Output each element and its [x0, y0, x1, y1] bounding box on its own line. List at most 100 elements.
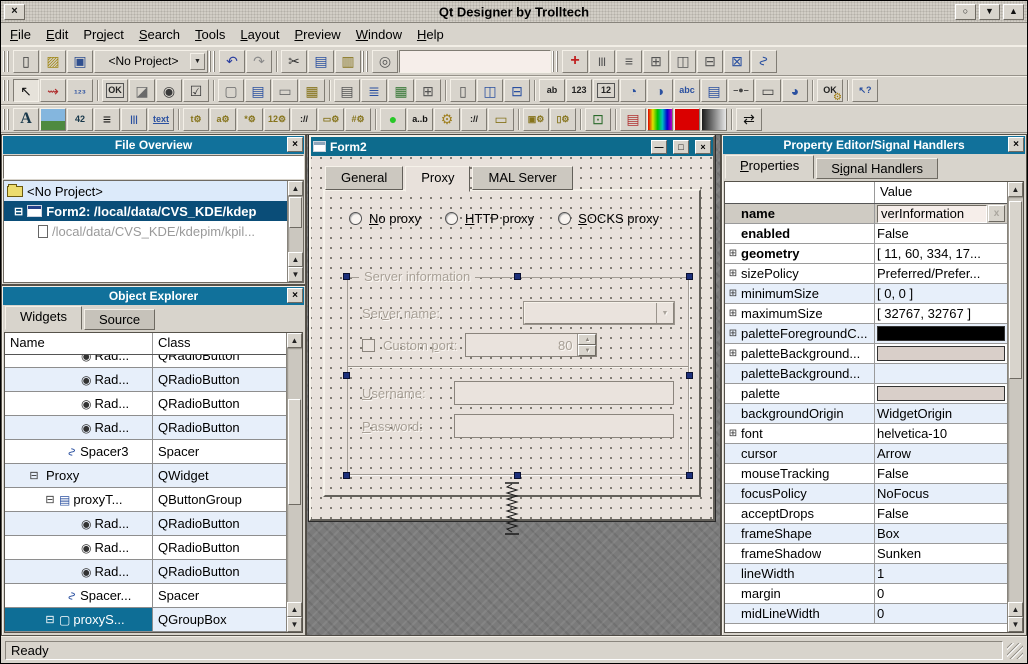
widget-dial-button[interactable]: ◕ [782, 79, 808, 102]
close-icon[interactable]: × [287, 137, 303, 152]
form2-canvas[interactable]: GeneralProxyMAL Server No proxy HTTP pro… [311, 156, 713, 519]
radio-socks-proxy[interactable]: SOCKS proxy [558, 211, 659, 226]
widget-toolbutton-button[interactable]: ◪ [129, 79, 155, 102]
widget-ruler-button[interactable]: ▭ [488, 108, 514, 131]
tab-source[interactable]: Source [84, 309, 155, 330]
widget-widgetstack-button[interactable]: ▦ [299, 79, 325, 102]
project-combobox[interactable]: <No Project>▼ [94, 50, 208, 73]
property-row[interactable]: frameShape Box [725, 524, 1007, 544]
widget-splitter-horizontal-button[interactable]: ◫ [477, 79, 503, 102]
form-tab-mal-server[interactable]: MAL Server [472, 166, 572, 190]
widget-pushbutton-button[interactable]: OK [102, 79, 128, 102]
property-row[interactable]: focusPolicy NoFocus [725, 484, 1007, 504]
property-row[interactable]: ⊞ minimumSize [ 0, 0 ] [725, 284, 1007, 304]
widget-checkbox-button[interactable]: ☑ [183, 79, 209, 102]
custom-passwordedit-button[interactable]: *⚙ [237, 108, 263, 131]
widget-radiobutton-button[interactable]: ◉ [156, 79, 182, 102]
menu-search[interactable]: Search [139, 27, 180, 42]
widget-led-button[interactable]: ● [380, 108, 406, 131]
radio-no-proxy[interactable]: No proxy [349, 211, 421, 226]
widget-groupbox-button[interactable]: ▭ [272, 79, 298, 102]
form-tab-proxy[interactable]: Proxy [405, 166, 470, 192]
widget-colorlist-button[interactable]: ▤ [620, 108, 646, 131]
copy-button[interactable]: ▤ [308, 50, 334, 73]
widget-progressbar-button[interactable]: ||| [121, 108, 147, 131]
property-row-name[interactable]: name verInformation x [725, 204, 1007, 224]
toolbar-handle[interactable] [3, 109, 12, 130]
expand-icon[interactable]: ⊞ [725, 268, 741, 279]
scrollbar-thumb[interactable] [1009, 201, 1022, 379]
add-spacer-button[interactable]: ∿ [751, 50, 777, 73]
expander-icon[interactable]: ⊟ [28, 469, 40, 482]
tree-row[interactable]: ⊟ Proxy QWidget [5, 464, 286, 488]
widget-lineedit-button[interactable]: ab [539, 79, 565, 102]
widget-textedit-button[interactable]: abc [674, 79, 700, 102]
tree-row[interactable]: ⊟ ▢ proxyS... QGroupBox [5, 608, 286, 632]
property-row[interactable]: ⊞ geometry [ 11, 60, 334, 17... [725, 244, 1007, 264]
custom-dateedit-button[interactable]: 12⚙ [264, 108, 290, 131]
tab-properties[interactable]: Properties [725, 155, 814, 179]
property-row[interactable]: ⊞ paletteBackground... [725, 344, 1007, 364]
form2-titlebar[interactable]: Form2 — □ × [311, 137, 713, 156]
tree-row[interactable]: ◉ Rad... QRadioButton [5, 368, 286, 392]
scroll-down-icon[interactable]: ▼ [1008, 617, 1023, 632]
spin-down-icon[interactable]: ▼ [578, 345, 596, 356]
open-file-button[interactable]: ▨ [40, 50, 66, 73]
property-row[interactable]: ⊞ paletteForegroundC... [725, 324, 1007, 344]
custom-lineedit-button[interactable]: a⚙ [210, 108, 236, 131]
selection-handle[interactable] [686, 372, 693, 379]
scroll-down-icon[interactable]: ▼ [287, 617, 302, 632]
whats-this-button[interactable]: ↖? [852, 79, 878, 102]
custom-port-checkbox[interactable] [362, 339, 375, 352]
menu-layout[interactable]: Layout [240, 27, 279, 42]
tree-row[interactable]: ◉ Rad... QRadioButton [5, 512, 286, 536]
tree-row[interactable]: ◉ Rad... QRadioButton [5, 355, 286, 368]
property-row[interactable]: backgroundOrigin WidgetOrigin [725, 404, 1007, 424]
custom-gear-button[interactable]: ⚙ [434, 108, 460, 131]
column-header-value[interactable]: Value [875, 182, 1007, 203]
new-file-button[interactable]: ▯ [13, 50, 39, 73]
widget-slider-button[interactable]: –●– [728, 79, 754, 102]
scrollbar-track[interactable] [287, 348, 302, 602]
selection-handle[interactable] [343, 472, 350, 479]
toolbar-handle[interactable] [3, 51, 12, 72]
widget-datetimeedit-button[interactable]: ◑ [647, 79, 673, 102]
file-overview-titlebar[interactable]: File Overview × [3, 136, 304, 154]
selection-handle[interactable] [686, 273, 693, 280]
scrollbar-thumb[interactable] [288, 399, 301, 506]
widget-colorbutton-button[interactable] [674, 108, 700, 131]
layout-grid-button[interactable]: ⊞ [643, 50, 669, 73]
toolbar-handle[interactable] [3, 80, 12, 101]
widget-textview-button[interactable]: ▯ [450, 79, 476, 102]
tree-row[interactable]: ◉ Rad... QRadioButton [5, 560, 286, 584]
layout-horizontal-button[interactable]: ||| [589, 50, 615, 73]
layout-split-horizontal-button[interactable]: ◫ [670, 50, 696, 73]
pointer-tool-button[interactable]: ↖ [13, 79, 39, 102]
property-row[interactable]: ⊞ sizePolicy Preferred/Prefer... [725, 264, 1007, 284]
widget-pixmaplabel-button[interactable] [40, 108, 66, 131]
menu-edit[interactable]: Edit [46, 27, 68, 42]
menu-help[interactable]: Help [417, 27, 444, 42]
incremental-search-field[interactable] [399, 50, 551, 73]
widget-timeedit-button[interactable]: ◔ [620, 79, 646, 102]
property-row[interactable]: cursor Arrow [725, 444, 1007, 464]
property-row[interactable]: frameShadow Sunken [725, 544, 1007, 564]
toolbar-handle[interactable] [362, 51, 371, 72]
custom-intinput-button[interactable]: #⚙ [345, 108, 371, 131]
custom-urlrequester-button[interactable]: :// [291, 108, 317, 131]
scroll-up-icon[interactable]: ▲ [288, 181, 303, 196]
menu-tools[interactable]: Tools [195, 27, 225, 42]
widget-listbox-button[interactable]: ▤ [334, 79, 360, 102]
property-editor-scrollbar[interactable]: ▲ ▲ ▼ [1007, 182, 1023, 632]
property-row[interactable]: palette [725, 384, 1007, 404]
tree-row[interactable]: ◉ Rad... QRadioButton [5, 392, 286, 416]
radio-http-proxy[interactable]: HTTP proxy [445, 211, 534, 226]
widget-combobox-button[interactable]: ▤ [701, 79, 727, 102]
column-header-property[interactable] [725, 182, 875, 203]
scroll-up-icon[interactable]: ▲ [287, 602, 302, 617]
save-file-button[interactable]: ▣ [67, 50, 93, 73]
name-value-field[interactable]: verInformation [877, 205, 987, 223]
toolbar-handle[interactable] [209, 51, 218, 72]
custom-pageview-button[interactable]: ▯⚙ [550, 108, 576, 131]
scrollbar-track[interactable] [288, 196, 303, 252]
